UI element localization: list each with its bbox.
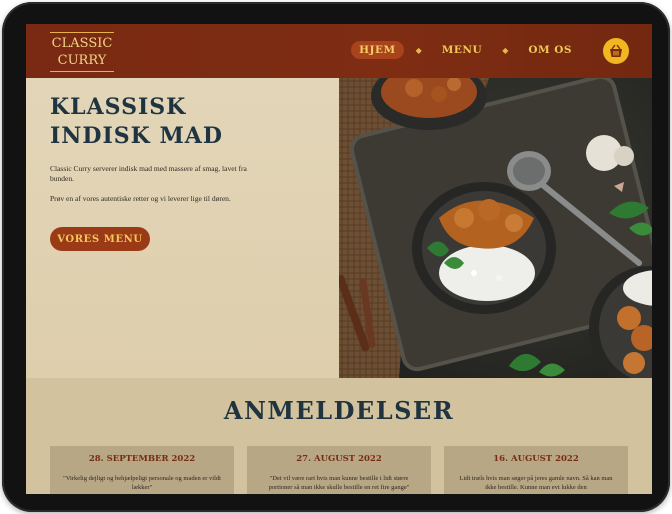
hero-title: KLASSISK INDISK MAD	[50, 93, 320, 151]
top-navigation: CLASSIC CURRY HJEM ◆ MENU ◆ OM OS	[26, 24, 652, 78]
reviews-section: ANMELDELSER 28. SEPTEMBER 2022 "Virkelig…	[26, 378, 652, 494]
review-card: 27. AUGUST 2022 "Det vil være rart hvis …	[247, 446, 431, 494]
hero-description-1: Classic Curry serverer indisk mad med ma…	[50, 164, 247, 183]
nav-separator: ◆	[502, 45, 509, 55]
website-screen: CLASSIC CURRY HJEM ◆ MENU ◆ OM OS KLASSI…	[26, 24, 652, 494]
reviews-title: ANMELDELSER	[223, 396, 455, 425]
basket-button[interactable]	[603, 38, 629, 64]
menu-cta-button[interactable]: VORES MENU	[50, 227, 150, 251]
hero-title-line-2: INDISK MAD	[50, 123, 223, 149]
hero-description-2: Prøv en af vores autentiske retter og vi…	[50, 194, 231, 203]
review-date: 27. AUGUST 2022	[296, 454, 382, 464]
tablet-frame: CLASSIC CURRY HJEM ◆ MENU ◆ OM OS KLASSI…	[2, 2, 670, 512]
food-photo-illustration	[339, 78, 652, 378]
hero-food-photo	[339, 78, 652, 378]
review-text: "Virkelig dejligt og behjælpeligt person…	[63, 475, 221, 491]
logo-line-2: CURRY	[57, 53, 107, 68]
hero-title-line-1: KLASSISK	[50, 94, 187, 120]
review-text: "Det vil være rart hvis man kunne bestil…	[268, 475, 410, 491]
review-text: Lidt træls hvis man søger på jeres gamle…	[459, 475, 613, 491]
logo[interactable]: CLASSIC CURRY	[50, 32, 114, 72]
review-date: 28. SEPTEMBER 2022	[88, 454, 196, 464]
basket-icon	[610, 44, 622, 57]
nav-links: HJEM ◆ MENU ◆ OM OS	[351, 40, 580, 60]
review-card: 28. SEPTEMBER 2022 "Virkelig dejligt og …	[50, 446, 234, 494]
nav-link-menu[interactable]: MENU	[434, 41, 490, 59]
nav-link-om-os[interactable]: OM OS	[520, 41, 580, 59]
review-card: 16. AUGUST 2022 Lidt træls hvis man søge…	[444, 446, 628, 494]
nav-separator: ◆	[415, 45, 422, 55]
review-date: 16. AUGUST 2022	[493, 454, 579, 464]
nav-link-hjem[interactable]: HJEM	[351, 41, 404, 59]
logo-line-1: CLASSIC	[51, 36, 113, 51]
